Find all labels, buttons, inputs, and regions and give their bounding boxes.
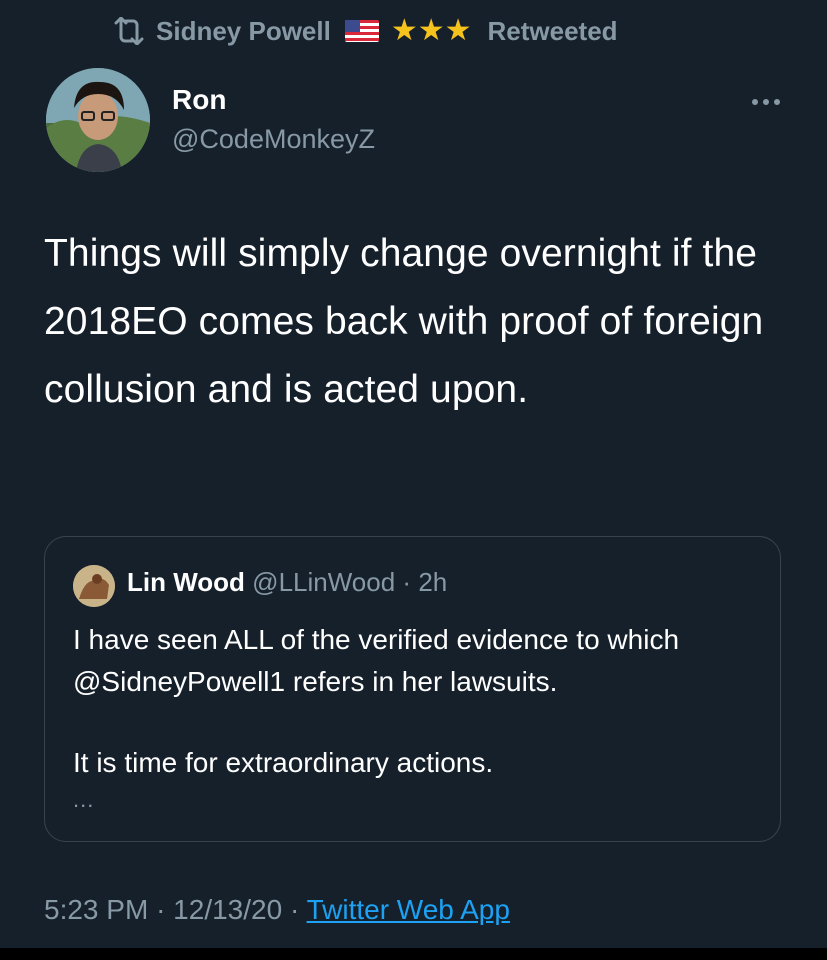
us-flag-icon (344, 20, 379, 42)
author-avatar[interactable] (46, 68, 150, 172)
star-icons: ★★★ (390, 13, 472, 48)
quoted-tweet[interactable]: Lin Wood @LLinWood · 2h I have seen ALL … (44, 536, 781, 842)
tweet-text: Things will simply change overnight if t… (44, 232, 764, 411)
tweet-date: 12/13/20 (173, 894, 283, 925)
quote-separator: · (402, 567, 412, 597)
tweet-meta: 5:23 PM · 12/13/20 · Twitter Web App (44, 894, 510, 926)
tweet-source-link[interactable]: Twitter Web App (307, 894, 510, 925)
quote-header: Lin Wood @LLinWood · 2h (127, 567, 447, 598)
retweet-icon (112, 17, 146, 45)
retweeter-name[interactable]: Sidney Powell (156, 16, 331, 47)
quote-author-name: Lin Wood (127, 567, 245, 597)
meta-separator-2: · (289, 894, 300, 925)
quote-truncation: ... (73, 787, 95, 812)
retweeted-label: Retweeted (487, 15, 618, 46)
retweet-context[interactable]: Sidney Powell ★★★ Retweeted (112, 12, 618, 50)
quote-time: 2h (418, 567, 448, 597)
quote-line-1: I have seen ALL of the verified evidence… (73, 624, 680, 697)
tweet-screen: Sidney Powell ★★★ Retweeted Ron @CodeMon… (0, 0, 827, 948)
meta-separator-1: · (156, 894, 166, 925)
quote-author-handle: @LLinWood (252, 567, 396, 597)
more-options-icon[interactable] (742, 90, 790, 114)
quote-text: I have seen ALL of the verified evidence… (73, 619, 763, 784)
author-handle[interactable]: @CodeMonkeyZ (172, 124, 375, 155)
bottom-strip (0, 948, 827, 960)
quote-author-avatar (73, 565, 115, 607)
quote-line-2: It is time for extraordinary actions. (73, 747, 494, 778)
author-name[interactable]: Ron (172, 84, 226, 116)
tweet-time: 5:23 PM (44, 894, 149, 925)
